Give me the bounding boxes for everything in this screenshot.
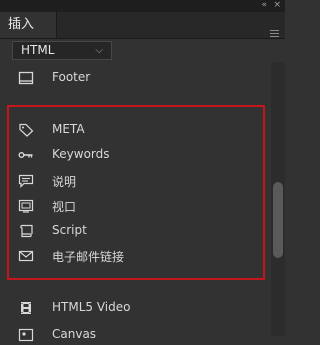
collapse-panel-icon[interactable]: « xyxy=(261,0,267,11)
comment-icon xyxy=(18,174,34,188)
panel-tabbar: 插入 xyxy=(0,12,285,39)
insert-item-label: 说明 xyxy=(52,175,77,189)
category-select[interactable]: HTML ⌵ xyxy=(12,41,112,60)
insert-item-email-link[interactable]: 电子邮件链接 xyxy=(12,246,262,266)
script-scroll-icon xyxy=(18,224,34,238)
envelope-icon xyxy=(18,249,34,263)
insert-item-canvas[interactable]: Canvas xyxy=(12,325,262,345)
chevron-down-icon: ⌵ xyxy=(95,45,103,56)
insert-item-html5-video[interactable]: HTML5 Video xyxy=(12,298,262,318)
insert-item-comment[interactable]: 说明 xyxy=(12,171,262,191)
canvas-icon xyxy=(18,328,34,342)
insert-item-meta[interactable]: META xyxy=(12,120,262,140)
tag-icon xyxy=(18,123,34,137)
key-icon xyxy=(18,148,34,162)
insert-item-label: 电子邮件链接 xyxy=(52,250,125,264)
video-film-icon xyxy=(18,301,34,315)
panel-titlebar: « × xyxy=(0,0,285,12)
scrollbar-thumb[interactable] xyxy=(273,182,283,258)
insert-item-label: 视口 xyxy=(52,200,77,214)
insert-item-label: HTML5 Video xyxy=(52,300,131,314)
insert-item-label: Canvas xyxy=(52,327,97,341)
close-panel-icon[interactable]: × xyxy=(273,0,281,11)
footer-icon xyxy=(18,71,34,85)
hamburger-icon[interactable] xyxy=(270,30,279,39)
viewport-icon xyxy=(18,199,34,213)
insert-item-script[interactable]: Script xyxy=(12,221,262,241)
insert-item-keywords[interactable]: Keywords xyxy=(12,145,262,165)
insert-item-footer[interactable]: Footer xyxy=(12,68,262,88)
tab-insert[interactable]: 插入 xyxy=(0,12,57,38)
insert-item-label: Script xyxy=(52,223,87,237)
insert-item-viewport[interactable]: 视口 xyxy=(12,196,262,216)
insert-item-label: Footer xyxy=(52,70,91,84)
insert-item-label: META xyxy=(52,122,85,136)
category-select-value: HTML xyxy=(21,43,55,57)
insert-item-label: Keywords xyxy=(52,147,110,161)
